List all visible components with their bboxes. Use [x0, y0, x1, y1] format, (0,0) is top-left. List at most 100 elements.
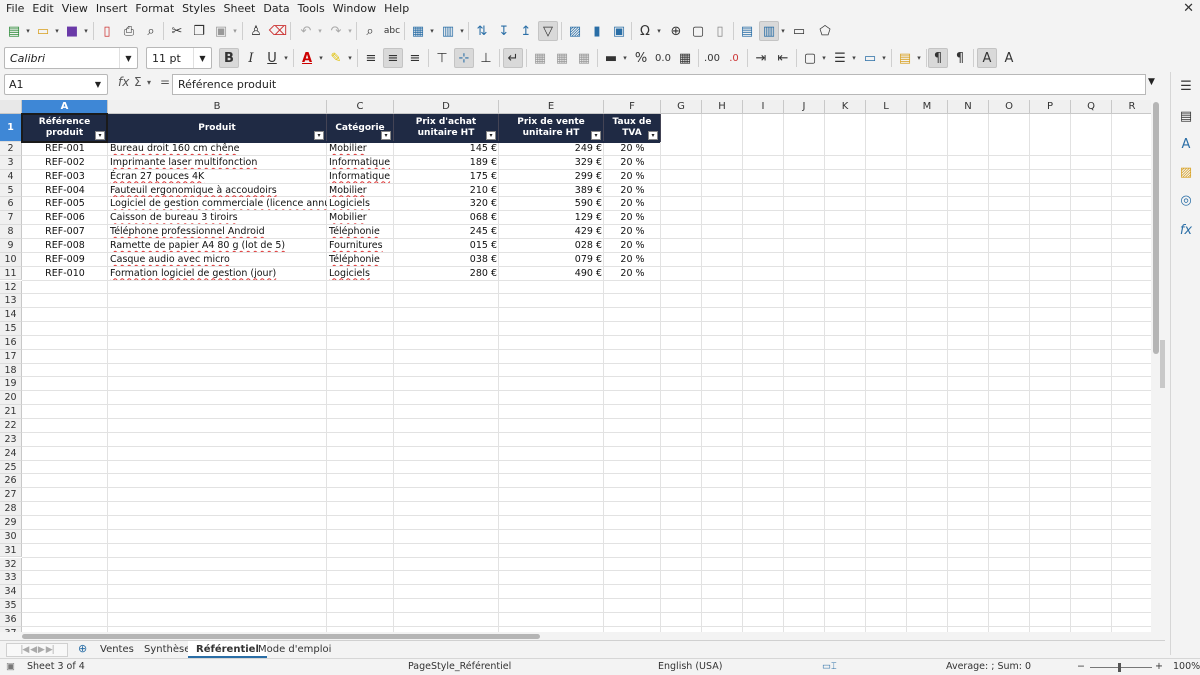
spelling-icon[interactable]: abc [382, 21, 402, 41]
pivot-table-icon[interactable]: ▣ [609, 21, 629, 41]
menu-window[interactable]: Window [329, 0, 380, 17]
tab-ventes[interactable]: Ventes [92, 641, 142, 658]
add-sheet-icon[interactable]: ⊕ [78, 642, 87, 655]
row-header[interactable]: 33 [0, 571, 22, 586]
data-cell[interactable]: Caisson de bureau 3 tiroirs [108, 211, 327, 224]
function-wizard-icon[interactable]: fx [118, 75, 129, 89]
row-header[interactable]: 7 [0, 211, 22, 226]
headers-footers-icon[interactable]: ▯ [710, 21, 730, 41]
data-cell[interactable]: Informatique [327, 170, 394, 183]
font-name-box[interactable]: Calibri ▼ [4, 47, 138, 69]
wrap-text-icon[interactable]: ↵ [503, 48, 523, 68]
row-header[interactable]: 29 [0, 515, 22, 530]
data-cell[interactable]: 175 € [394, 170, 499, 183]
row-dropdown-icon[interactable]: ▾ [428, 21, 436, 41]
data-cell[interactable]: 389 € [499, 184, 604, 197]
data-cell[interactable]: REF-008 [22, 239, 108, 252]
font-name-dropdown-icon[interactable]: ▼ [119, 48, 137, 68]
data-cell[interactable]: 20 % [604, 253, 661, 266]
align-right-icon[interactable]: ≡ [405, 48, 425, 68]
column-dropdown-icon[interactable]: ▾ [458, 21, 466, 41]
font-size-dropdown-icon[interactable]: ▼ [193, 48, 211, 68]
row-header[interactable]: 19 [0, 377, 22, 392]
name-box-dropdown-icon[interactable]: ▼ [89, 75, 107, 94]
row-icon[interactable]: ▦ [408, 21, 428, 41]
row-header[interactable]: 1 [0, 114, 22, 142]
define-print-area-icon[interactable]: ▤ [737, 21, 757, 41]
data-cell[interactable]: Mobilier [327, 184, 394, 197]
column-header[interactable]: P [1030, 100, 1071, 114]
undo-dropdown-icon[interactable]: ▾ [316, 21, 324, 41]
data-cell[interactable]: Mobilier [327, 142, 394, 155]
data-cell[interactable]: 20 % [604, 170, 661, 183]
data-cell[interactable]: 028 € [499, 239, 604, 252]
autofilter-dropdown-icon[interactable]: ▾ [381, 131, 391, 140]
menu-data[interactable]: Data [259, 0, 293, 17]
autofilter-dropdown-icon[interactable]: ▾ [648, 131, 658, 140]
print-icon[interactable]: ⎙ [119, 21, 139, 41]
image-icon[interactable]: ▨ [565, 21, 585, 41]
freeze-rows-columns-icon[interactable]: ▥ [759, 21, 779, 41]
data-cell[interactable]: 280 € [394, 267, 499, 280]
zoom-level[interactable]: 100% [1173, 659, 1200, 675]
center-vertically-icon[interactable]: ⊹ [454, 48, 474, 68]
data-cell[interactable]: Casque audio avec micro [108, 253, 327, 266]
row-header[interactable]: 25 [0, 460, 22, 475]
data-cell[interactable]: 20 % [604, 239, 661, 252]
currency-dropdown-icon[interactable]: ▾ [621, 48, 629, 68]
data-cell[interactable]: 429 € [499, 225, 604, 238]
column-header[interactable]: R [1112, 100, 1151, 114]
sort-descending-icon[interactable]: ↥ [516, 21, 536, 41]
freeze-dropdown-icon[interactable]: ▾ [779, 21, 787, 41]
properties-icon[interactable]: ▤ [1176, 106, 1196, 126]
data-cell[interactable]: Bureau droit 160 cm chêne [108, 142, 327, 155]
row-header[interactable]: 26 [0, 474, 22, 489]
redo-icon[interactable]: ↷ [326, 21, 346, 41]
column-header[interactable]: N [948, 100, 989, 114]
align-top-icon[interactable]: ⊤ [432, 48, 452, 68]
menu-file[interactable]: File [2, 0, 28, 17]
borders-dropdown-icon[interactable]: ▾ [820, 48, 828, 68]
zoom-out-icon[interactable]: − [1077, 659, 1085, 675]
redo-dropdown-icon[interactable]: ▾ [346, 21, 354, 41]
data-cell[interactable]: 320 € [394, 197, 499, 210]
data-cell[interactable]: 129 € [499, 211, 604, 224]
date-format-icon[interactable]: ▦ [675, 48, 695, 68]
spreadsheet-grid[interactable]: A B C D E F G H I J K L M N O P Q R 1 2 3 4 5 6 7 8 9 10 11 12 13 14 15 1… [0, 100, 1151, 632]
row-header[interactable]: 4 [0, 169, 22, 184]
row-header[interactable]: 32 [0, 557, 22, 572]
menu-help[interactable]: Help [380, 0, 413, 17]
data-cell[interactable]: REF-009 [22, 253, 108, 266]
column-header[interactable]: I [743, 100, 784, 114]
data-cell[interactable]: 20 % [604, 225, 661, 238]
data-cell[interactable]: REF-003 [22, 170, 108, 183]
row-header[interactable]: 9 [0, 238, 22, 253]
data-cell[interactable]: Écran 27 pouces 4K [108, 170, 327, 183]
clear-formatting-icon[interactable]: ⌫ [268, 21, 288, 41]
zoom-slider[interactable] [1090, 667, 1152, 668]
formula-input[interactable]: Référence produit [172, 74, 1146, 95]
column-header[interactable]: E [499, 100, 604, 114]
data-cell[interactable]: Informatique [327, 156, 394, 169]
column-header[interactable]: M [907, 100, 948, 114]
data-cell[interactable]: Fournitures [327, 239, 394, 252]
name-box[interactable]: A1 ▼ [4, 74, 108, 95]
row-header[interactable]: 35 [0, 599, 22, 613]
column-header[interactable]: K [825, 100, 866, 114]
align-left-icon[interactable]: ≡ [361, 48, 381, 68]
data-cell[interactable]: 068 € [394, 211, 499, 224]
special-character-dropdown-icon[interactable]: ▾ [655, 21, 663, 41]
selection-mode-icon[interactable]: ▭⌶ [822, 659, 837, 675]
data-cell[interactable]: 20 % [604, 184, 661, 197]
column-header[interactable]: Q [1071, 100, 1112, 114]
row-header[interactable]: 11 [0, 266, 22, 281]
data-cell[interactable]: REF-005 [22, 197, 108, 210]
highlight-icon[interactable]: ✎ [326, 48, 346, 68]
font-color-dropdown-icon[interactable]: ▾ [317, 48, 325, 68]
header-cell-produit[interactable]: Produit ▾ [108, 114, 327, 142]
autofilter-dropdown-icon[interactable]: ▾ [486, 131, 496, 140]
undo-icon[interactable]: ↶ [296, 21, 316, 41]
row-header[interactable]: 24 [0, 446, 22, 461]
navigator-icon[interactable]: ◎ [1176, 190, 1196, 210]
row-header[interactable]: 30 [0, 529, 22, 544]
